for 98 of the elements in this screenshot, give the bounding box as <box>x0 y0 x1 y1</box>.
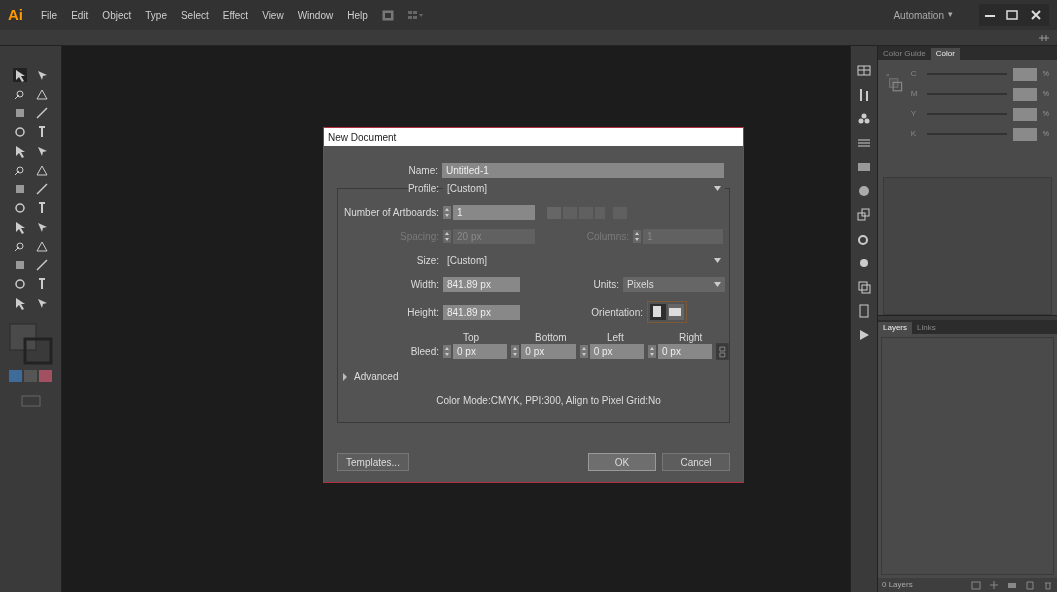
tool-icon[interactable] <box>34 87 49 101</box>
menu-item[interactable]: Select <box>180 7 209 23</box>
tool-icon[interactable] <box>34 258 49 272</box>
app-logo: Ai <box>8 4 23 25</box>
panel-icon[interactable] <box>857 184 871 198</box>
tool-icon[interactable] <box>12 163 27 177</box>
panel-tab[interactable]: Color <box>930 47 960 60</box>
portrait-orientation-icon[interactable] <box>650 304 666 320</box>
field-label: Top <box>462 332 481 343</box>
caret-icon: ▾ <box>948 8 953 22</box>
menu-item[interactable]: Effect <box>222 7 249 23</box>
stepper-icon[interactable] <box>511 345 520 358</box>
stepper-icon[interactable] <box>443 230 451 243</box>
disclosure-triangle-icon[interactable] <box>342 372 348 381</box>
menu-item[interactable]: Edit <box>71 7 89 23</box>
stepper-icon[interactable] <box>443 345 451 358</box>
document-icon[interactable] <box>381 9 394 21</box>
input-field[interactable]: 841.89 px <box>443 277 520 292</box>
dropdown[interactable]: Pixels <box>623 277 725 292</box>
workspace-switcher[interactable]: Automation <box>893 7 944 23</box>
panel-icon[interactable] <box>857 232 871 246</box>
field-label: Profile: <box>406 182 439 196</box>
tool-icon[interactable] <box>12 125 27 139</box>
input-field[interactable]: 0 px <box>521 344 576 359</box>
caret-icon[interactable] <box>714 258 721 263</box>
advanced-toggle[interactable]: Advanced <box>354 369 399 384</box>
input-field[interactable] <box>1012 87 1037 101</box>
menu-item[interactable]: File <box>41 7 58 23</box>
fill-stroke-swatch-icon[interactable] <box>8 323 53 365</box>
input-field[interactable] <box>1012 107 1037 121</box>
panel-icon[interactable] <box>857 64 871 78</box>
field-label: Height: <box>406 305 439 320</box>
panel-icon[interactable] <box>857 208 871 222</box>
panel-options-icon[interactable] <box>1039 33 1049 42</box>
tool-icon[interactable] <box>12 239 27 253</box>
menu-item[interactable]: View <box>262 7 284 23</box>
menu-item[interactable]: Type <box>145 7 167 23</box>
caret-icon[interactable] <box>714 186 721 191</box>
panel-tab[interactable]: Links <box>912 322 941 334</box>
document-info: Color Mode:CMYK, PPI:300, Align to Pixel Grid:No <box>435 394 662 408</box>
stepper-icon[interactable] <box>648 345 656 358</box>
tool-icon[interactable] <box>12 277 27 291</box>
panel-icon[interactable] <box>857 112 871 126</box>
dropdown-value: [Custom] <box>447 182 487 196</box>
panel-icon[interactable] <box>857 328 871 342</box>
caret-icon[interactable] <box>714 282 721 287</box>
field-label: Number of Artboards: <box>342 206 439 220</box>
stepper-icon[interactable] <box>633 230 641 243</box>
field-label: Bleed: <box>409 345 439 359</box>
dialog-button[interactable]: OK <box>588 453 656 471</box>
field-label: Right <box>678 332 704 343</box>
input-field[interactable]: 0 px <box>453 344 508 359</box>
dropdown-value: Pixels <box>627 278 654 292</box>
field-label: Orientation: <box>590 305 643 320</box>
input-field[interactable]: Untitled-1 <box>442 163 724 178</box>
menu-item[interactable]: Object <box>102 7 132 23</box>
link-icon[interactable] <box>716 343 729 360</box>
tool-icon[interactable] <box>12 68 27 82</box>
field-label: Bottom <box>534 332 568 343</box>
dropdown-value: [Custom] <box>447 254 487 268</box>
input-field[interactable] <box>1012 127 1037 141</box>
field-label: Size: <box>415 254 439 268</box>
input-field[interactable]: 0 px <box>658 344 713 359</box>
menu-item[interactable]: Window <box>297 7 334 23</box>
panel-tab[interactable]: Layers <box>878 322 912 334</box>
minimize-icon[interactable] <box>979 4 1001 26</box>
tool-icon[interactable] <box>12 87 27 101</box>
input-field[interactable]: 841.89 px <box>443 304 520 320</box>
color-mode-icon[interactable] <box>8 370 53 382</box>
stepper-icon[interactable] <box>579 345 588 358</box>
panel-icon[interactable] <box>857 280 871 294</box>
tool-icon[interactable] <box>34 239 49 253</box>
field-label: Width: <box>409 278 439 292</box>
dialog-button[interactable]: Templates... <box>337 453 409 471</box>
panel-icon[interactable] <box>857 160 871 174</box>
menu-item[interactable]: Help <box>347 7 368 23</box>
input-field[interactable]: 0 px <box>589 344 644 359</box>
panel-icon[interactable] <box>857 256 871 270</box>
input-field[interactable]: 1 <box>453 205 535 220</box>
panel-tab[interactable]: Color Guide <box>878 47 931 60</box>
landscape-orientation-icon[interactable] <box>668 304 684 320</box>
tool-icon[interactable] <box>34 163 49 177</box>
dialog-title: New Document <box>324 128 743 146</box>
panel-icon[interactable] <box>857 304 871 318</box>
field-label: Name: <box>407 164 438 178</box>
dropdown[interactable]: [Custom] <box>443 181 725 196</box>
panel-icon[interactable] <box>857 88 871 102</box>
tool-icon[interactable] <box>12 201 27 215</box>
panel-icon[interactable] <box>857 136 871 150</box>
dialog-button[interactable]: Cancel <box>662 453 730 471</box>
close-icon[interactable] <box>1023 4 1049 26</box>
input-field[interactable] <box>1012 67 1037 81</box>
field-label: Left <box>606 332 625 343</box>
field-label: Units: <box>592 278 619 292</box>
tool-icon[interactable] <box>34 106 49 120</box>
layer-count: 0 Layers <box>882 579 914 591</box>
tool-icon[interactable] <box>34 182 49 196</box>
stepper-icon[interactable] <box>443 206 451 219</box>
